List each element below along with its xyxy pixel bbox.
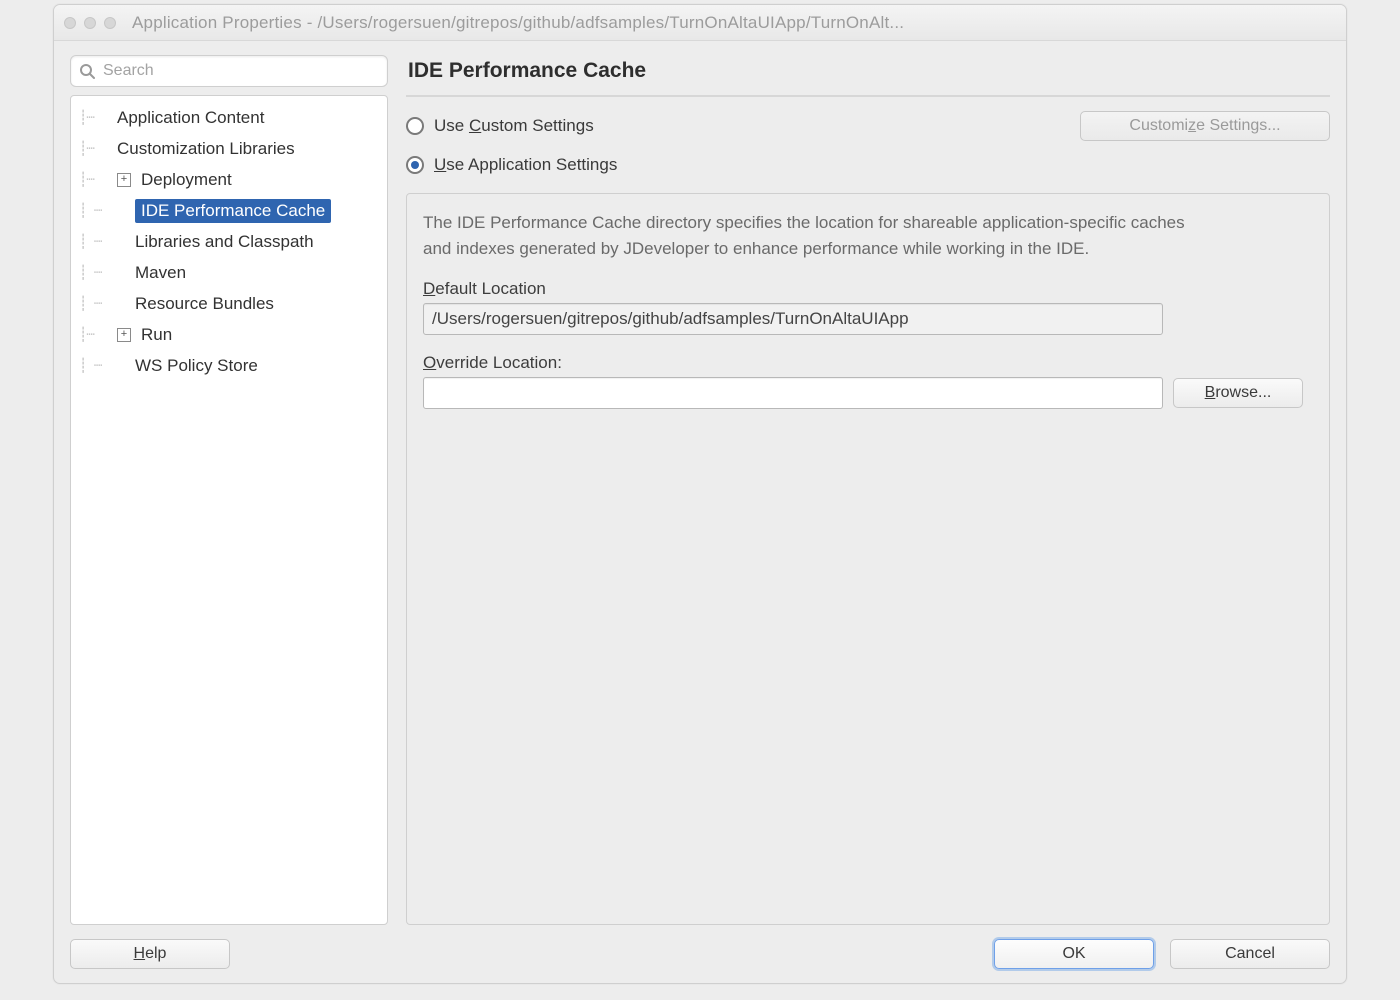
expand-toggle-icon[interactable]: + bbox=[117, 328, 131, 342]
search-field[interactable] bbox=[70, 55, 388, 87]
tree-item-label: Libraries and Classpath bbox=[135, 232, 314, 252]
tree-guide-icon: ┊ ┈ bbox=[79, 203, 131, 219]
tree-guide-icon: ┊ ┈ bbox=[79, 265, 131, 281]
radio-application[interactable] bbox=[406, 156, 424, 174]
tree-guide-icon: ┊ ┈ bbox=[79, 358, 131, 374]
window-controls bbox=[64, 17, 116, 29]
tree-guide-icon: ┊┈ bbox=[79, 327, 113, 343]
tree-item-resource-bundles[interactable]: ┊ ┈Resource Bundles bbox=[75, 288, 383, 319]
radio-custom[interactable] bbox=[406, 117, 424, 135]
override-row: Browse... bbox=[423, 377, 1313, 409]
help-button[interactable]: Help bbox=[70, 939, 230, 969]
tree-guide-icon: ┊┈ bbox=[79, 141, 113, 157]
window-title: Application Properties - /Users/rogersue… bbox=[132, 13, 904, 33]
search-input[interactable] bbox=[101, 61, 379, 81]
tree-item-label: Application Content bbox=[117, 108, 264, 128]
search-icon bbox=[79, 63, 95, 79]
main-area: ┊┈Application Content┊┈Customization Lib… bbox=[70, 55, 1330, 925]
tree-guide-icon: ┊┈ bbox=[79, 172, 113, 188]
tree-item-customization-libraries[interactable]: ┊┈Customization Libraries bbox=[75, 133, 383, 164]
override-location-input[interactable] bbox=[423, 377, 1163, 409]
cancel-button[interactable]: Cancel bbox=[1170, 939, 1330, 969]
tree-guide-icon: ┊ ┈ bbox=[79, 234, 131, 250]
content-panel: IDE Performance Cache Use Custom Setting… bbox=[406, 55, 1330, 925]
dialog-body: ┊┈Application Content┊┈Customization Lib… bbox=[54, 41, 1346, 983]
tree-item-label: Deployment bbox=[141, 170, 232, 190]
tree-item-label: Maven bbox=[135, 263, 186, 283]
tree-item-ws-policy-store[interactable]: ┊ ┈WS Policy Store bbox=[75, 350, 383, 381]
tree-item-maven[interactable]: ┊ ┈Maven bbox=[75, 257, 383, 288]
expand-toggle-icon[interactable]: + bbox=[117, 173, 131, 187]
close-icon[interactable] bbox=[64, 17, 76, 29]
description-text: The IDE Performance Cache directory spec… bbox=[423, 210, 1203, 261]
dialog-footer: Help OK Cancel bbox=[70, 925, 1330, 969]
tree-guide-icon: ┊ ┈ bbox=[79, 296, 131, 312]
tree-item-label: WS Policy Store bbox=[135, 356, 258, 376]
tree-item-application-content[interactable]: ┊┈Application Content bbox=[75, 102, 383, 133]
browse-button[interactable]: Browse... bbox=[1173, 378, 1303, 408]
radio-app-wrap[interactable]: Use Application Settings bbox=[406, 155, 617, 175]
customize-settings-button[interactable]: Customize Settings... bbox=[1080, 111, 1330, 141]
sidebar: ┊┈Application Content┊┈Customization Lib… bbox=[70, 55, 388, 925]
settings-panel: The IDE Performance Cache directory spec… bbox=[406, 193, 1330, 925]
radio-application-label: Use Application Settings bbox=[434, 155, 617, 175]
zoom-icon[interactable] bbox=[104, 17, 116, 29]
minimize-icon[interactable] bbox=[84, 17, 96, 29]
page-title: IDE Performance Cache bbox=[406, 55, 1330, 97]
category-tree[interactable]: ┊┈Application Content┊┈Customization Lib… bbox=[70, 95, 388, 925]
tree-item-label: Customization Libraries bbox=[117, 139, 295, 159]
tree-guide-icon: ┊┈ bbox=[79, 110, 113, 126]
titlebar: Application Properties - /Users/rogersue… bbox=[54, 5, 1346, 41]
dialog-window: Application Properties - /Users/rogersue… bbox=[53, 4, 1347, 984]
tree-item-deployment[interactable]: ┊┈ + Deployment bbox=[75, 164, 383, 195]
tree-item-label: IDE Performance Cache bbox=[135, 199, 331, 223]
tree-item-libraries-and-classpath[interactable]: ┊ ┈Libraries and Classpath bbox=[75, 226, 383, 257]
footer-right: OK Cancel bbox=[994, 939, 1330, 969]
default-location-label: Default Location bbox=[423, 279, 1313, 299]
default-location-value: /Users/rogersuen/gitrepos/github/adfsamp… bbox=[423, 303, 1163, 335]
settings-mode-row-1: Use Custom Settings Customize Settings..… bbox=[406, 111, 1330, 141]
tree-item-ide-performance-cache[interactable]: ┊ ┈IDE Performance Cache bbox=[75, 195, 383, 226]
radio-custom-label: Use Custom Settings bbox=[434, 116, 594, 136]
ok-button[interactable]: OK bbox=[994, 939, 1154, 969]
settings-mode-row-2: Use Application Settings bbox=[406, 155, 1330, 175]
radio-custom-wrap[interactable]: Use Custom Settings bbox=[406, 116, 594, 136]
override-location-label: Override Location: bbox=[423, 353, 1313, 373]
tree-item-label: Resource Bundles bbox=[135, 294, 274, 314]
tree-item-run[interactable]: ┊┈ + Run bbox=[75, 319, 383, 350]
tree-item-label: Run bbox=[141, 325, 172, 345]
